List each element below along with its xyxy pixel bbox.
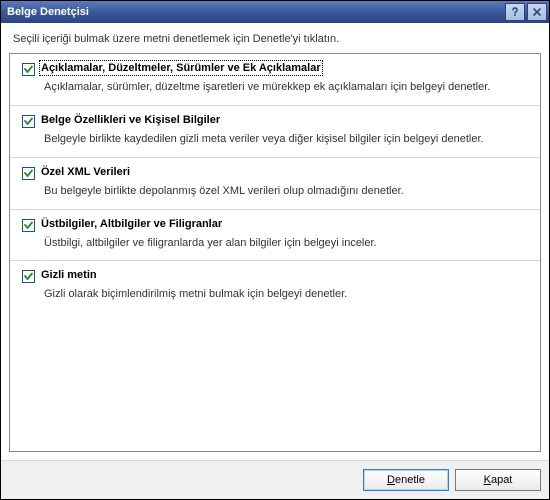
titlebar-buttons [503, 3, 547, 21]
inspector-option-desc: Gizli olarak biçimlendirilmiş metni bulm… [44, 287, 528, 302]
inspector-option-desc: Açıklamalar, sürümler, düzeltme işaretle… [44, 80, 528, 95]
inspect-button[interactable]: Denetle [363, 469, 449, 491]
inspector-option-desc: Belgeyle birlikte kaydedilen gizli meta … [44, 132, 528, 147]
close-window-button[interactable] [527, 3, 547, 21]
checkbox[interactable] [22, 219, 35, 232]
inspector-option-desc: Bu belgeyle birlikte depolanmış özel XML… [44, 184, 528, 199]
inspector-option-title[interactable]: Üstbilgiler, Altbilgiler ve Filigranlar [41, 218, 222, 230]
window-title: Belge Denetçisi [7, 6, 503, 18]
inspect-button-acc: D [387, 474, 395, 486]
dialog-button-row: Denetle Kapat [1, 460, 549, 499]
document-inspector-dialog: Belge Denetçisi Seçili içeriği bulmak üz… [0, 0, 550, 500]
checkbox[interactable] [22, 167, 35, 180]
inspector-option-title[interactable]: Özel XML Verileri [41, 166, 130, 178]
inspector-option: Açıklamalar, Düzeltmeler, Sürümler ve Ek… [10, 54, 540, 106]
inspector-option-head: Üstbilgiler, Altbilgiler ve Filigranlar [22, 218, 528, 232]
inspector-option: Özel XML Verileri Bu belgeyle birlikte de… [10, 158, 540, 210]
titlebar: Belge Denetçisi [1, 1, 549, 23]
help-button[interactable] [505, 3, 525, 21]
inspector-option-head: Açıklamalar, Düzeltmeler, Sürümler ve Ek… [22, 62, 528, 76]
inspector-option-desc: Üstbilgi, altbilgiler ve filigranlarda y… [44, 236, 528, 251]
checkbox[interactable] [22, 270, 35, 283]
inspector-options-list: Açıklamalar, Düzeltmeler, Sürümler ve Ek… [9, 53, 541, 452]
instruction-text: Seçili içeriği bulmak üzere metni denetl… [1, 23, 549, 53]
close-icon [532, 7, 542, 17]
inspector-option: Belge Özellikleri ve Kişisel Bilgiler Bel… [10, 106, 540, 158]
checkbox[interactable] [22, 63, 35, 76]
inspector-option: Gizli metin Gizli olarak biçimlendirilmiş… [10, 261, 540, 312]
inspector-option-head: Özel XML Verileri [22, 166, 528, 180]
inspector-option-title[interactable]: Gizli metin [41, 269, 97, 281]
inspector-option-head: Belge Özellikleri ve Kişisel Bilgiler [22, 114, 528, 128]
inspect-button-post: enetle [395, 474, 425, 486]
inspector-option-title[interactable]: Belge Özellikleri ve Kişisel Bilgiler [41, 114, 220, 126]
inspector-option-head: Gizli metin [22, 269, 528, 283]
close-button-acc: K [484, 474, 491, 486]
help-icon [510, 7, 520, 17]
inspector-option-title[interactable]: Açıklamalar, Düzeltmeler, Sürümler ve Ek… [41, 62, 321, 74]
checkbox[interactable] [22, 115, 35, 128]
close-button[interactable]: Kapat [455, 469, 541, 491]
close-button-post: apat [491, 474, 512, 486]
inspector-option: Üstbilgiler, Altbilgiler ve Filigranlar Ü… [10, 210, 540, 262]
